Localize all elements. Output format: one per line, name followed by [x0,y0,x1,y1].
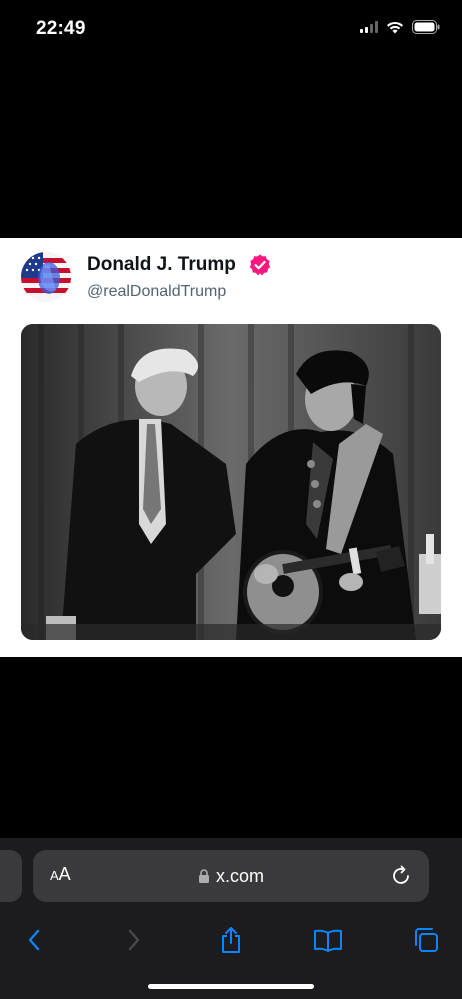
author-name[interactable]: Donald J. Trump [87,254,236,276]
text-size-large-glyph: A [58,864,71,884]
avatar[interactable] [21,252,71,302]
text-size-small-glyph: A [50,868,59,883]
tweet-card[interactable]: Donald J. Trump @realDonaldTrump [0,238,462,657]
verified-badge-icon [249,254,271,276]
battery-icon [412,20,440,34]
chevron-left-icon [28,929,40,951]
share-icon [222,927,240,953]
author-handle[interactable]: @realDonaldTrump [87,283,226,301]
status-time: 22:49 [36,18,86,39]
cellular-signal-icon [360,21,378,33]
status-icons [360,20,440,34]
reload-icon[interactable] [389,864,413,888]
status-bar: 22:49 [0,0,462,60]
back-button[interactable] [12,918,56,962]
share-button[interactable] [209,918,253,962]
tabs-button[interactable] [404,918,448,962]
url-text[interactable]: x.com [216,866,264,887]
home-indicator[interactable] [148,984,314,989]
browser-toolbar: x.com AA [0,838,462,999]
lock-icon [198,868,209,883]
previous-tab-bar[interactable] [0,850,22,902]
forward-button[interactable] [112,918,156,962]
url-area[interactable]: x.com [33,850,429,902]
bottom-toolbar [0,918,462,962]
chevron-right-icon [128,929,140,951]
address-bar[interactable]: x.com AA [33,850,429,902]
wifi-icon [387,21,403,33]
tweet-image[interactable] [21,324,441,640]
text-size-button[interactable]: AA [50,864,71,885]
book-icon [314,929,342,952]
tabs-icon [415,928,438,952]
bookmarks-button[interactable] [306,918,350,962]
